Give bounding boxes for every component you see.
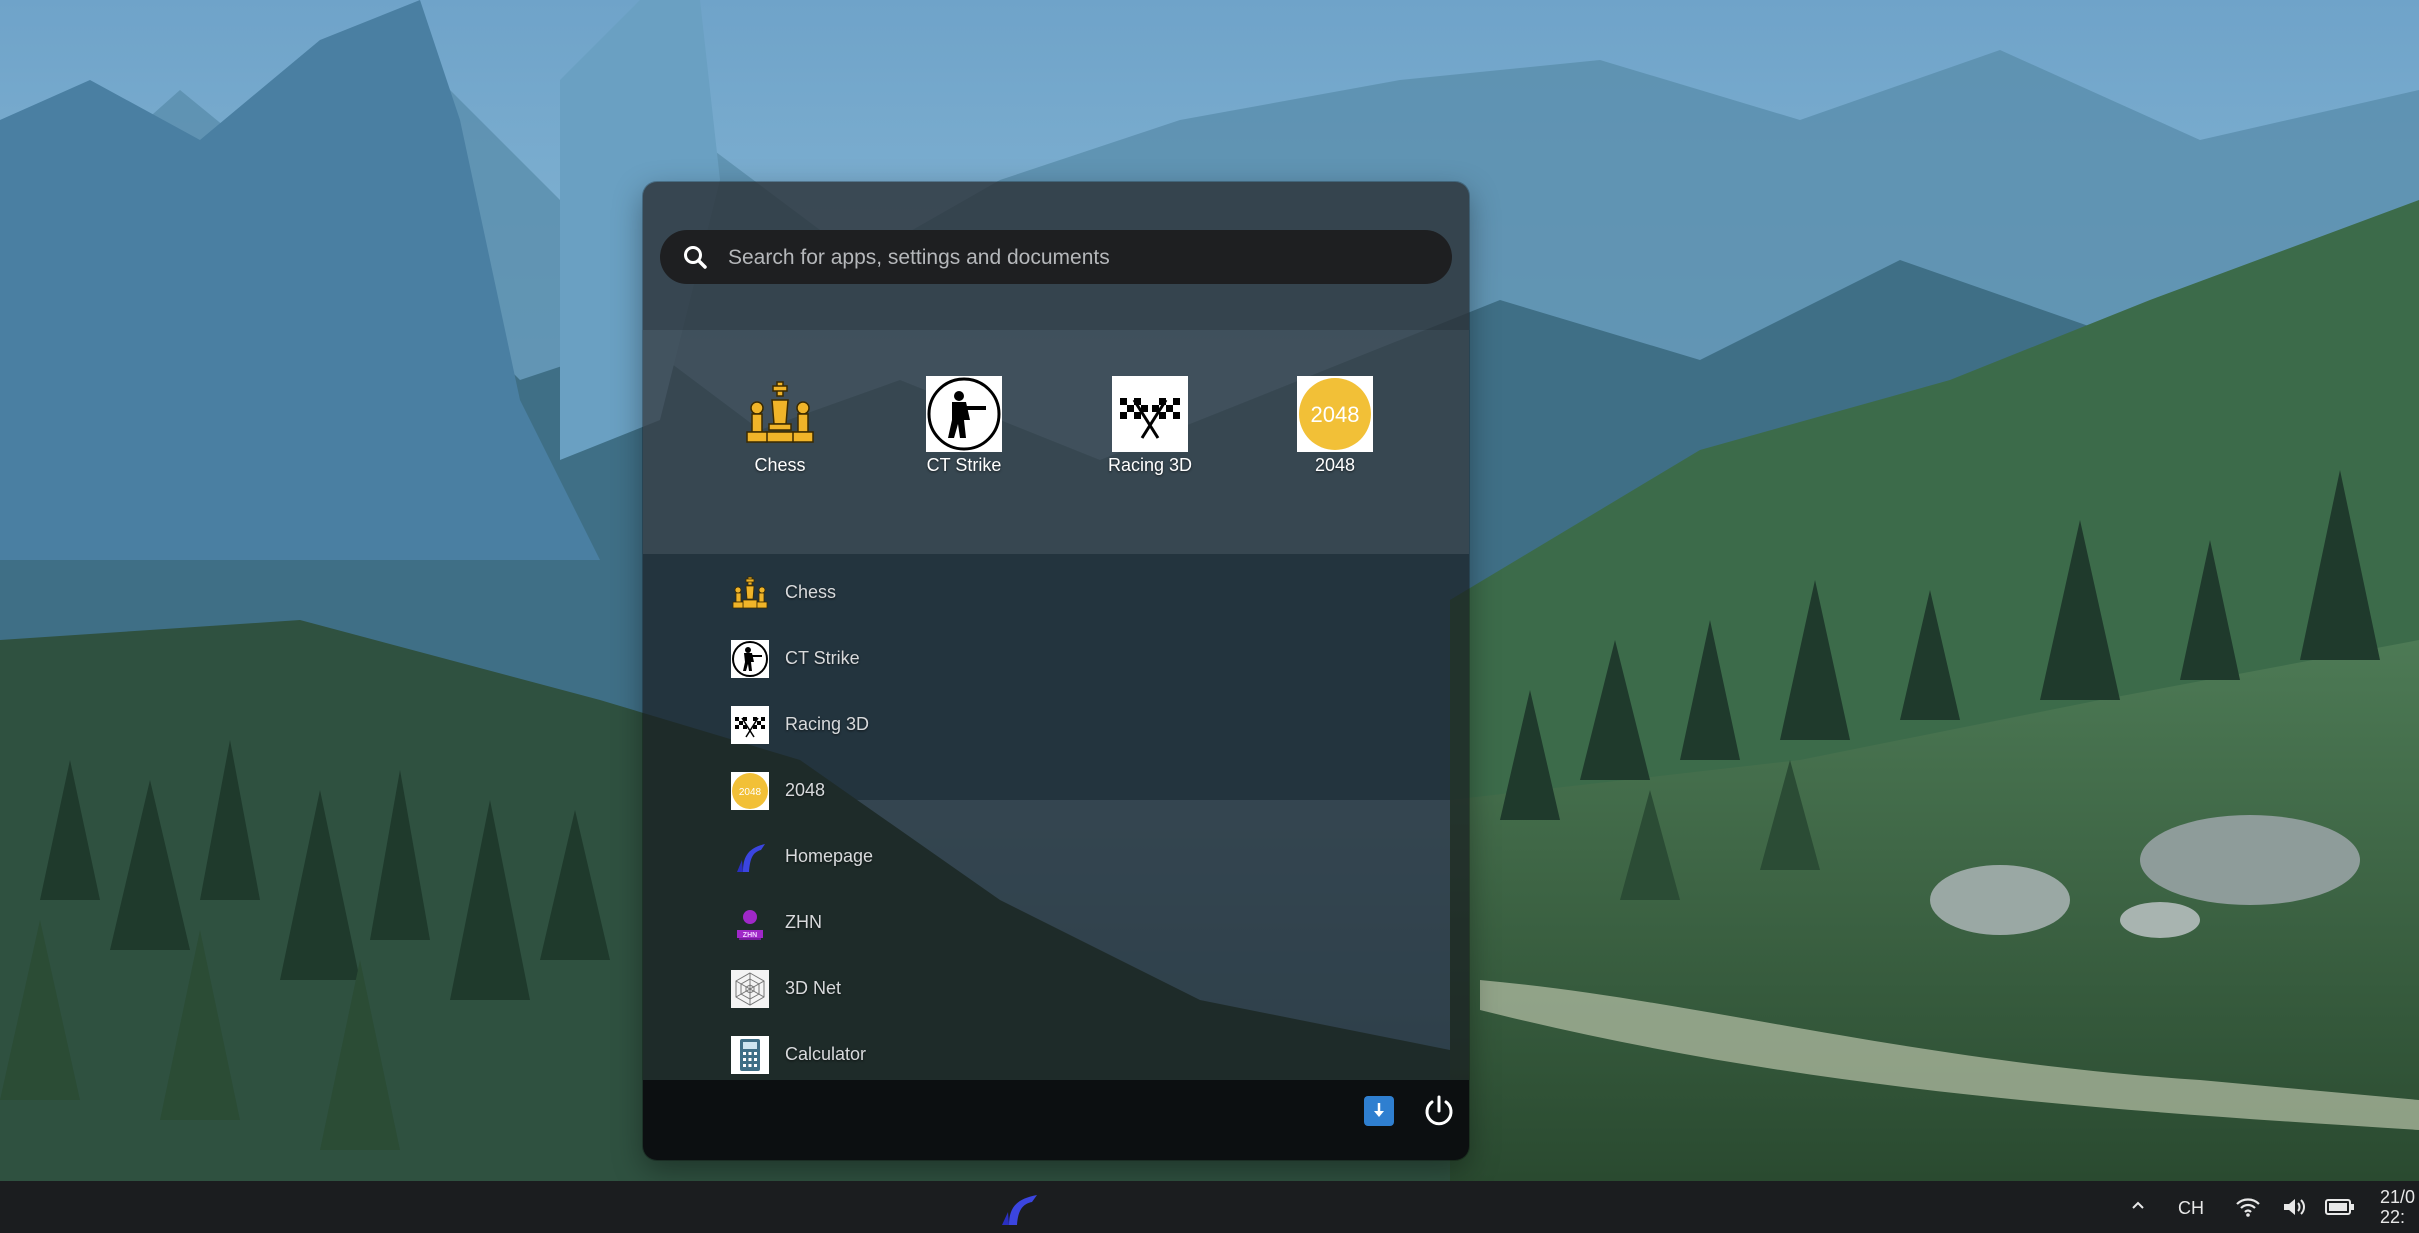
pinned-tile-racing-3d[interactable]: Racing 3D [1080, 376, 1220, 486]
3d-net-web-icon [731, 970, 769, 1008]
clock-time: 22: [2380, 1207, 2406, 1227]
zhn-logo-icon: ZHN [737, 910, 763, 940]
app-list: Chess CT Strike Racing 3D 2048 2048 Home… [643, 554, 1469, 1160]
list-item-calculator[interactable]: Calculator [731, 1030, 1411, 1080]
battery-icon[interactable] [2324, 1196, 2356, 1218]
power-icon [1425, 1095, 1453, 1126]
list-item-label: ZHN [785, 912, 822, 932]
taskbar: CH 21/0 22: [0, 1181, 2419, 1233]
start-menu: Chess CT Strike [643, 182, 1469, 1160]
chess-pieces-icon [732, 576, 768, 609]
list-item-label: 2048 [785, 780, 826, 800]
homepage-logo-icon [737, 844, 765, 872]
2048-icon-text: 2048 [739, 787, 762, 798]
list-item-label: Calculator [785, 1044, 867, 1064]
list-item-ct-strike[interactable]: CT Strike [731, 634, 1411, 684]
download-button[interactable] [1364, 1096, 1394, 1126]
list-item-zhn[interactable]: ZHN ZHN [731, 898, 1411, 948]
search-icon [684, 246, 707, 269]
clock[interactable]: 21/0 22: [2380, 1187, 2415, 1227]
list-item-2048[interactable]: 2048 2048 [731, 766, 1411, 816]
2048-tile-icon: 2048 [731, 772, 769, 810]
language-indicator[interactable]: CH [2178, 1198, 2204, 1219]
pinned-tile-label: Racing 3D [1107, 455, 1193, 475]
pinned-tile-label: 2048 [1314, 455, 1356, 475]
list-item-racing-3d[interactable]: Racing 3D [731, 700, 1411, 750]
2048-tile-icon: 2048 [1297, 376, 1373, 452]
svg-text:ZHN: ZHN [743, 932, 757, 939]
clock-date: 21/0 [2380, 1187, 2416, 1207]
chevron-up-icon[interactable] [2126, 1193, 2150, 1217]
ct-strike-soldier-icon [926, 376, 1002, 452]
list-item-label: Racing 3D [785, 714, 870, 734]
pinned-apps: Chess CT Strike Racing 3D 2048 2048 [643, 330, 1469, 554]
ct-strike-soldier-icon [731, 640, 769, 678]
pinned-tile-chess[interactable]: Chess [710, 376, 850, 486]
pinned-tile-2048[interactable]: 2048 2048 [1265, 376, 1405, 486]
wifi-icon[interactable] [2234, 1195, 2262, 1219]
pinned-tile-ct-strike[interactable]: CT Strike [894, 376, 1034, 486]
list-item-chess[interactable]: Chess [731, 568, 1411, 618]
list-item-label: Homepage [785, 846, 874, 866]
checkered-flags-icon [1112, 376, 1188, 452]
search-bar[interactable] [660, 230, 1452, 284]
calculator-icon [731, 1036, 769, 1074]
list-item-label: Chess [785, 582, 837, 602]
pinned-tile-label: Chess [754, 455, 806, 475]
2048-icon-text: 2048 [1311, 402, 1360, 427]
os-logo-icon[interactable] [999, 1191, 1039, 1227]
download-icon [1374, 1103, 1384, 1117]
power-button[interactable] [1420, 1092, 1458, 1130]
menu-footer [643, 1080, 1469, 1160]
search-input[interactable] [726, 240, 1430, 276]
checkered-flags-icon [731, 706, 769, 744]
list-item-3d-net[interactable]: 3D Net [731, 964, 1411, 1014]
list-item-label: CT Strike [785, 648, 860, 668]
pinned-tile-label: CT Strike [926, 455, 1002, 475]
chess-pieces-icon [746, 381, 814, 443]
list-item-homepage[interactable]: Homepage [731, 832, 1411, 882]
volume-icon[interactable] [2280, 1195, 2308, 1219]
search-area [643, 182, 1469, 330]
list-item-label: 3D Net [785, 978, 842, 998]
